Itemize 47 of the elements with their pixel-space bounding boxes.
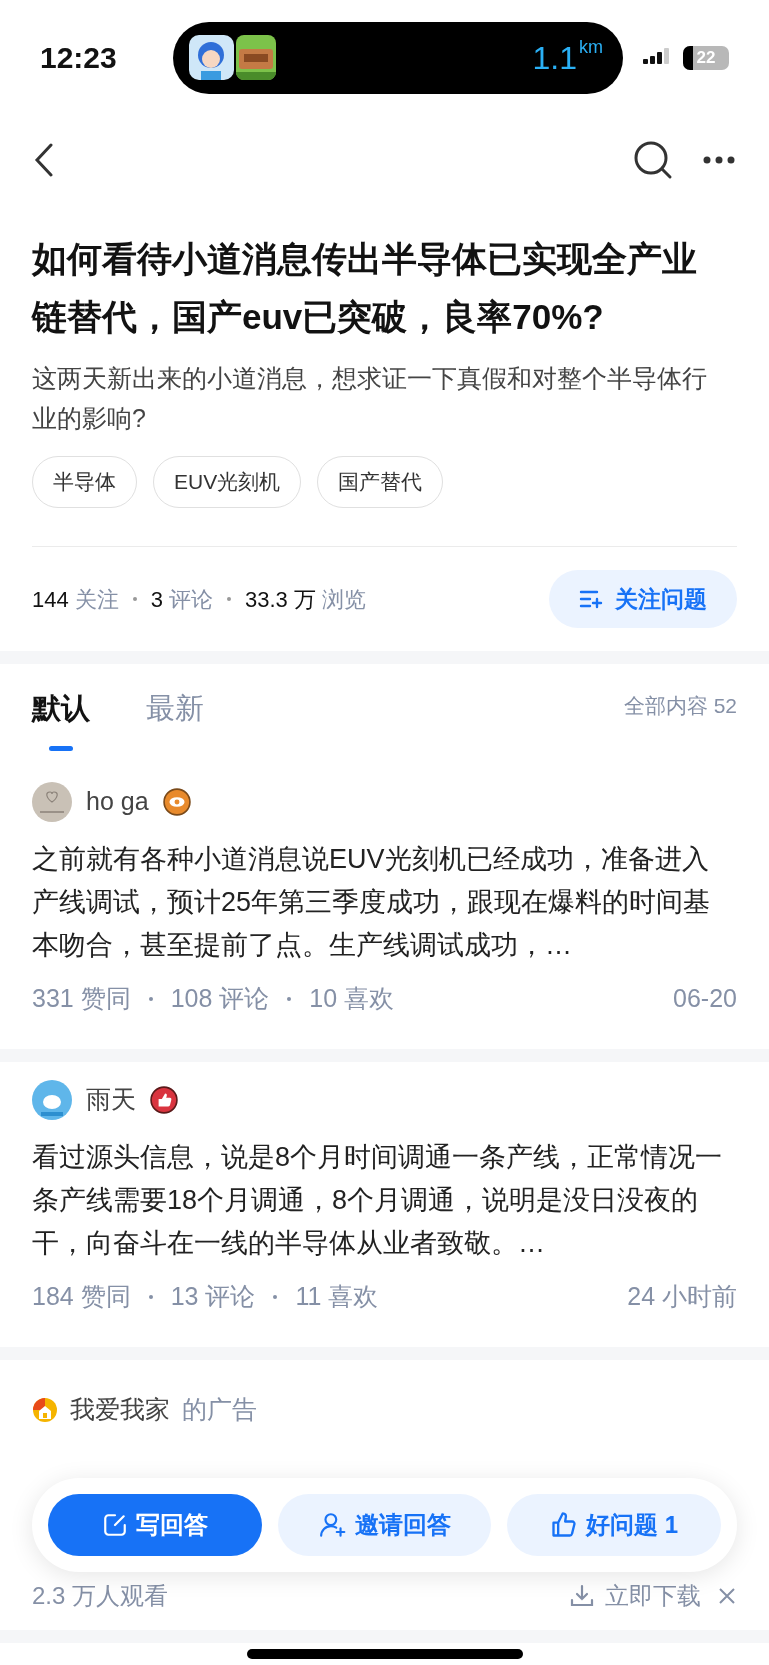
distance-unit: km [579,35,603,59]
more-icon[interactable] [703,156,735,164]
thumbs-up-icon [550,1511,579,1539]
tab[interactable]: 默认 [32,675,90,753]
avatar[interactable] [32,1080,72,1120]
follow-list-icon [579,589,603,609]
answer-excerpt[interactable]: 之前就有各种小道消息说EUV光刻机已经成功，准备进入产线调试，预计25年第三季度成功，跟现在爆料的时间基本吻合，甚至提前了点。生产线调试成功，… [32,838,737,967]
answer-excerpt[interactable]: 看过源头信息，说是8个月时间调通一条产线，正常情况一条产线需要18个月调通，8个月调通，说明是没日没夜的干，向奋斗在一线的半导体从业者致敬。… [32,1136,737,1265]
answer-stat: 331 赞同 [32,983,131,1015]
answer-stat: 13 评论 [170,1281,256,1313]
stat-count: 3 [150,585,163,614]
total-count: 全部内容 52 [623,693,737,720]
author-name[interactable]: ho ga [86,783,149,821]
stat-label: 关注 [74,585,119,614]
battery-icon: 22 [683,45,729,70]
answer-stat: 11 喜欢 [295,1281,379,1313]
stat-count: 33.3 万 [244,585,316,614]
add-user-icon [318,1511,347,1539]
action-button[interactable]: 邀请回答 [277,1494,492,1556]
eye-badge-icon [162,788,191,816]
answer-time: 06-20 [673,983,737,1015]
house-icon [32,1397,58,1423]
follow-question-button[interactable]: 关注问题 [549,570,737,628]
action-button[interactable]: 好问题 1 [507,1494,721,1556]
answer-stat: 108 评论 [170,983,270,1015]
stat-count: 144 [32,585,69,614]
close-icon[interactable] [717,1586,737,1606]
avatar[interactable] [32,782,72,822]
answer-stat: 184 赞同 [32,1281,131,1313]
thumbs-up-badge-icon [150,1086,178,1114]
question-description: 这两天新出来的小道消息，想求证一下真假和对整个半导体行业的影响? [32,363,708,434]
answer-stat: 10 喜欢 [309,983,395,1015]
back-icon[interactable] [34,143,54,177]
answer-time: 24 小时前 [627,1281,737,1313]
stat-label: 浏览 [321,585,366,614]
stat-label: 评论 [168,585,213,614]
download-icon [569,1583,595,1609]
question-title: 如何看待小道消息传出半导体已实现全产业链替代，国产euv已突破，良率70%? [32,238,698,338]
action-button[interactable]: 写回答 [48,1494,262,1556]
status-time: 12:23 [40,40,118,76]
ad-views: 2.3 万人观看 [32,1581,169,1611]
search-icon[interactable] [633,140,673,180]
distance-reading: 1.1 [532,38,577,78]
edit-icon [101,1512,128,1538]
ad-label: 的广告 [182,1394,257,1426]
author-name[interactable]: 雨天 [86,1081,136,1119]
advertiser-name[interactable]: 我爱我家 [70,1391,170,1429]
